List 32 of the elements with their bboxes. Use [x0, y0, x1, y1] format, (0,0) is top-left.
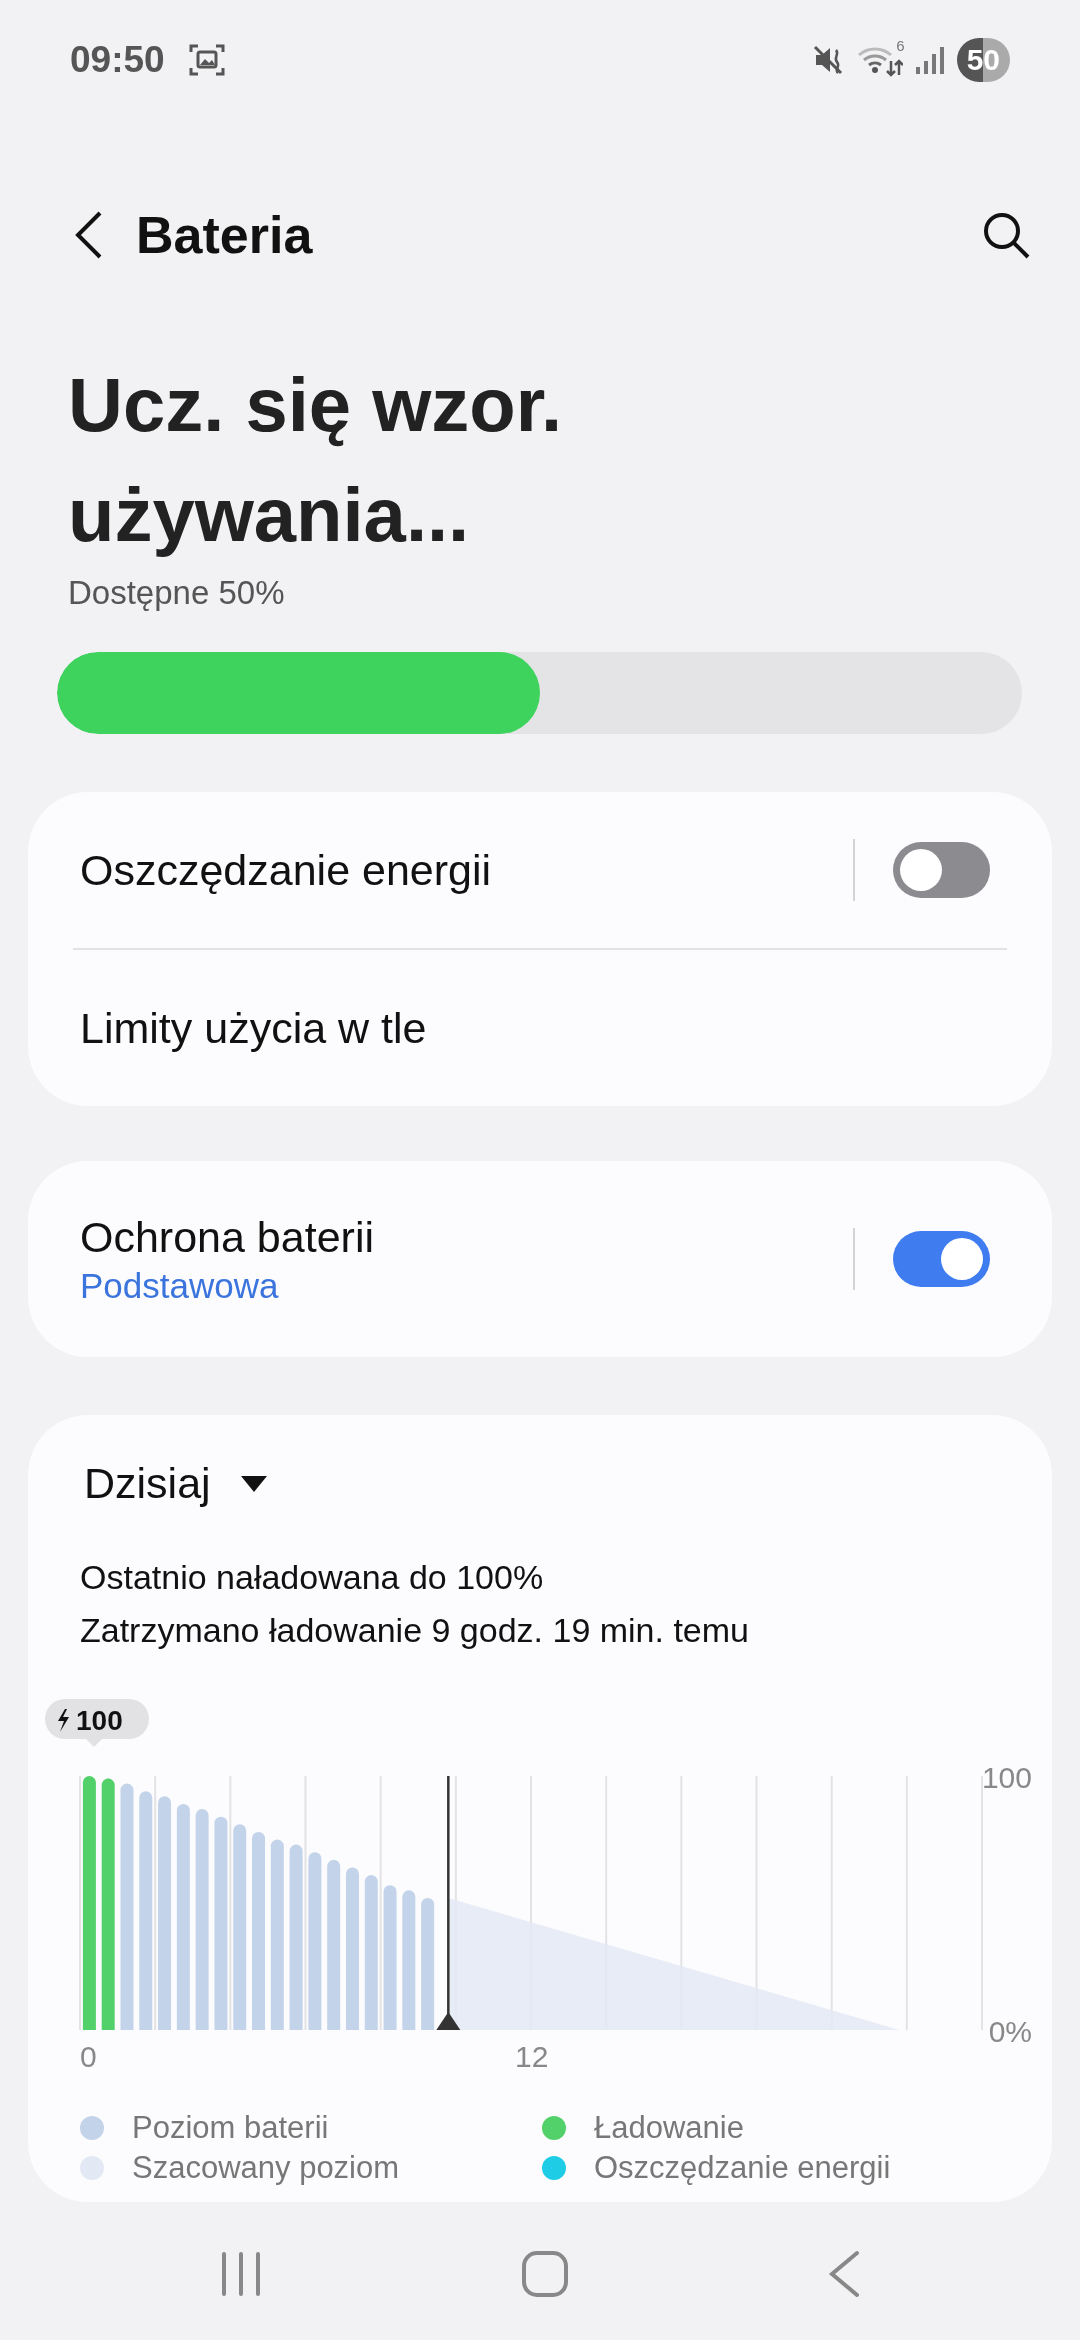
axis-label: 100: [981, 1761, 1032, 1794]
toggle-switch[interactable]: [893, 842, 990, 898]
setting-row[interactable]: Oszczędzanie energii: [28, 792, 1052, 948]
setting-label: Ochrona baterii: [80, 1212, 374, 1262]
axis-label: 0%: [988, 2015, 1032, 2048]
setting-row[interactable]: Limity użycia w tle: [28, 950, 1052, 1106]
clock: 09:50: [70, 39, 165, 81]
period-dropdown[interactable]: Dzisiaj: [84, 1459, 267, 1508]
setting-label: Limity użycia w tle: [80, 1003, 427, 1053]
protection-card[interactable]: Ochrona baterii Podstawowa: [28, 1161, 1052, 1357]
page-title: Bateria: [136, 205, 313, 265]
mute-icon: [812, 44, 845, 76]
setting-value: Podstawowa: [80, 1265, 280, 1306]
back-nav-button[interactable]: [827, 2250, 861, 2298]
signal-icon: [914, 45, 945, 75]
legend-label: Oszczędzanie energii: [594, 2150, 891, 2186]
legend-label: Szacowany poziom: [132, 2150, 400, 2186]
recents-button[interactable]: [219, 2251, 263, 2297]
axis-label: 12: [515, 2040, 549, 2073]
wifi-standard-label: 6: [896, 37, 905, 54]
charge-info: Ostatnio naładowana do 100%: [80, 1558, 545, 1597]
charge-info: Zatrzymano ładowanie 9 godz. 19 min. temu: [80, 1611, 750, 1650]
legend-label: Ładowanie: [594, 2110, 744, 2146]
status-heading: Ucz. się wzor. używania...: [68, 361, 564, 559]
home-button[interactable]: [521, 2250, 569, 2298]
caret-icon: [240, 1475, 267, 1492]
screenshot-icon: [188, 42, 225, 78]
setting-label: Oszczędzanie energii: [80, 845, 492, 895]
axis-label: 0: [80, 2040, 97, 2073]
available-label: Dostępne 50%: [68, 574, 286, 612]
legend-label: Poziom baterii: [132, 2110, 329, 2146]
toggle-switch[interactable]: [893, 1231, 990, 1287]
